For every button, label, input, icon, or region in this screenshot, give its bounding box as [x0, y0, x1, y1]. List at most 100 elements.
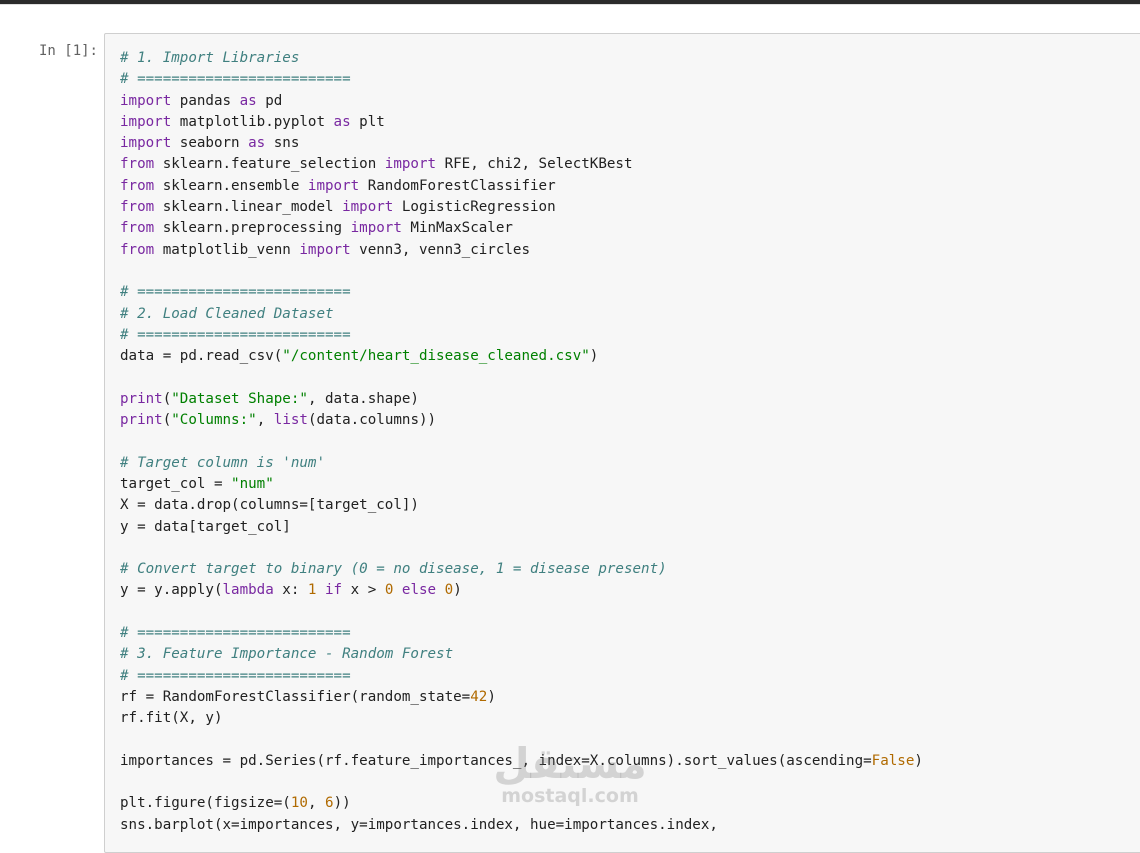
code-token: pandas [171, 92, 240, 109]
code-token: "num" [231, 475, 274, 492]
code-line: from matplotlib_venn import venn3, venn3… [120, 240, 923, 261]
code-token: sklearn.ensemble [154, 177, 308, 194]
code-token: plt [350, 113, 385, 130]
code-line: # Convert target to binary (0 = no disea… [120, 559, 923, 580]
code-token: y = y.apply( [120, 582, 223, 599]
code-token: from [120, 177, 155, 194]
code-token: "Dataset Shape:" [171, 390, 308, 407]
code-line: import seaborn as sns [120, 133, 923, 154]
code-line: # 1. Import Libraries [120, 48, 923, 69]
code-token: import [120, 92, 172, 109]
code-line: # ========================= [120, 69, 923, 90]
code-token: list [273, 412, 308, 429]
code-token: # ========================= [120, 284, 351, 301]
code-line: print("Dataset Shape:", data.shape) [120, 389, 923, 410]
code-token: as [239, 92, 257, 109]
code-token: False [871, 752, 915, 769]
code-token: "/content/heart_disease_cleaned.csv" [282, 348, 590, 365]
code-token: # ========================= [120, 667, 351, 684]
code-token: , [307, 795, 326, 812]
code-token: ) [914, 752, 923, 769]
code-token: if [325, 582, 343, 599]
code-token: # 2. Load Cleaned Dataset [120, 305, 334, 322]
code-token: y = data[target_col] [120, 518, 291, 535]
code-token: ) [453, 582, 462, 599]
code-token: # ========================= [120, 625, 351, 642]
code-token: matplotlib.pyplot [171, 113, 334, 130]
code-token: MinMaxScaler [401, 220, 513, 237]
code-token: venn3, venn3_circles [350, 241, 531, 258]
code-line: from sklearn.preprocessing import MinMax… [120, 218, 923, 239]
code-token: from [120, 199, 155, 216]
code-token: 10 [290, 795, 308, 812]
code-editor[interactable]: # 1. Import Libraries # =================… [120, 48, 923, 836]
code-token: import [350, 220, 402, 237]
code-token: import [384, 156, 437, 173]
code-token: sklearn.linear_model [154, 199, 343, 216]
code-token: 6 [325, 795, 334, 812]
code-line: # ========================= [120, 282, 923, 303]
code-line: import matplotlib.pyplot as plt [120, 112, 923, 133]
code-token: from [120, 241, 155, 258]
code-token: # 3. Feature Importance - Random Forest [120, 646, 454, 663]
code-token: import [299, 241, 351, 258]
cell-prompt: In [1]: [38, 43, 98, 59]
code-token: importances = pd.Series(rf.feature_impor… [120, 752, 872, 769]
code-token: sns.barplot(x=importances, y=importances… [120, 816, 718, 833]
code-token: )) [333, 795, 351, 812]
code-token: LogisticRegression [393, 199, 556, 216]
code-token: else [401, 582, 437, 599]
code-line: # Target column is 'num' [120, 453, 923, 474]
code-token: , data.shape) [307, 390, 419, 407]
code-token: # 1. Import Libraries [120, 50, 300, 66]
code-line: # ========================= [120, 325, 923, 346]
code-token: sns [265, 135, 300, 152]
code-token: 42 [470, 688, 488, 705]
code-line: # ========================= [120, 666, 923, 687]
code-line: from sklearn.ensemble import RandomFores… [120, 176, 923, 197]
code-token: sklearn.feature_selection [154, 156, 385, 173]
code-token: import [342, 199, 394, 216]
code-token: (data.columns)) [307, 412, 437, 429]
code-token: import [120, 135, 172, 152]
code-line: plt.figure(figsize=(10, 6)) [120, 793, 923, 814]
code-token: ) [487, 688, 496, 705]
code-token: , [256, 412, 274, 429]
code-line: rf.fit(X, y) [120, 708, 923, 729]
code-token: print [120, 390, 163, 407]
code-token: rf = RandomForestClassifier(random_state… [120, 688, 471, 705]
code-token: RFE, chi2, SelectKBest [436, 156, 633, 173]
code-token: target_col = [120, 475, 232, 492]
code-token: lambda [222, 582, 274, 599]
code-token: as [248, 135, 266, 152]
code-token: # Target column is 'num' [120, 454, 325, 471]
code-token: from [120, 156, 155, 173]
code-cell-input[interactable]: # 1. Import Libraries # =================… [104, 33, 1140, 853]
code-token: # ========================= [120, 326, 351, 343]
code-line: sns.barplot(x=importances, y=importances… [120, 815, 923, 836]
code-line: # ========================= [120, 623, 923, 644]
code-token: 0 [444, 582, 454, 599]
code-token: as [333, 113, 351, 130]
code-line: y = y.apply(lambda x: 1 if x > 0 else 0) [120, 580, 923, 601]
code-token: import [307, 177, 360, 194]
code-token: ( [162, 390, 172, 407]
code-token: # ========================= [120, 71, 351, 88]
code-line: rf = RandomForestClassifier(random_state… [120, 687, 923, 708]
code-token: x > [342, 582, 385, 599]
code-token: print [120, 412, 163, 429]
code-line: importances = pd.Series(rf.feature_impor… [120, 751, 923, 772]
code-token: ) [589, 348, 599, 365]
notebook-top-divider [0, 4, 1140, 5]
code-line: X = data.drop(columns=[target_col]) [120, 495, 923, 516]
